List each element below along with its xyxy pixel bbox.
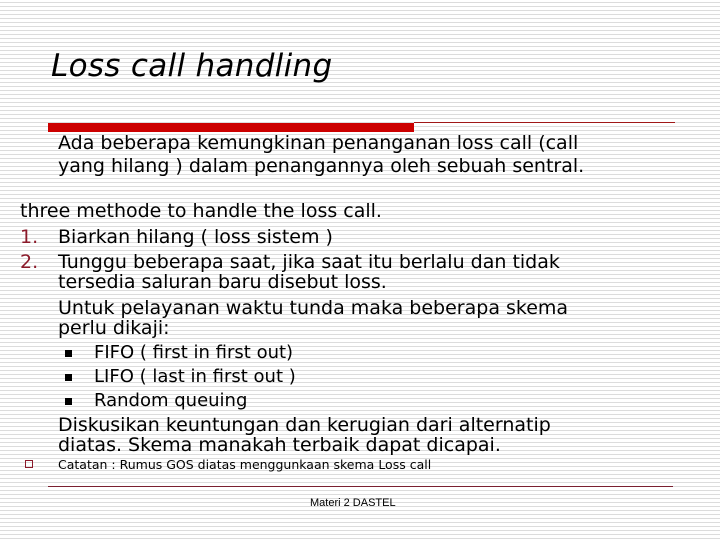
method-2-line: Tunggu beberapa saat, jika saat itu berl… (58, 251, 560, 273)
title-divider-line (414, 122, 675, 123)
lead-text: three methode to handle the loss call. (20, 200, 382, 222)
hollow-square-icon (25, 460, 33, 468)
title-accent-bar (48, 123, 414, 132)
intro-paragraph: Ada beberapa kemungkinan penanganan loss… (58, 134, 584, 180)
intro-line: Ada beberapa kemungkinan penanganan loss… (58, 132, 579, 154)
method-1-text: Biarkan hilang ( loss sistem ) (58, 226, 333, 248)
intro-line: yang hilang ) dalam penangannya oleh seb… (58, 155, 585, 177)
followup-line: Untuk pelayanan waktu tunda maka beberap… (58, 297, 569, 319)
filled-square-icon (65, 374, 72, 381)
discussion-line: diatas. Skema manakah terbaik dapat dica… (58, 434, 501, 456)
followup-line: perlu dikaji: (58, 317, 170, 339)
note-text: Catatan : Rumus GOS diatas menggunkaan s… (58, 457, 432, 472)
list-number: 2. (20, 251, 39, 273)
discussion-line: Diskusikan keuntungan dan kerugian dari … (58, 414, 551, 436)
list-number: 1. (20, 226, 39, 248)
method-2-line: tersedia saluran baru disebut loss. (58, 271, 387, 293)
scheme-item: Random queuing (94, 390, 248, 411)
footer-text: Materi 2 DASTEL (310, 497, 396, 509)
footer-divider-line (48, 486, 673, 487)
filled-square-icon (65, 398, 72, 405)
scheme-item: LIFO ( last in first out ) (94, 366, 296, 387)
filled-square-icon (65, 350, 72, 357)
slide-title: Loss call handling (51, 48, 333, 84)
scheme-item: FIFO ( first in first out) (94, 342, 294, 363)
